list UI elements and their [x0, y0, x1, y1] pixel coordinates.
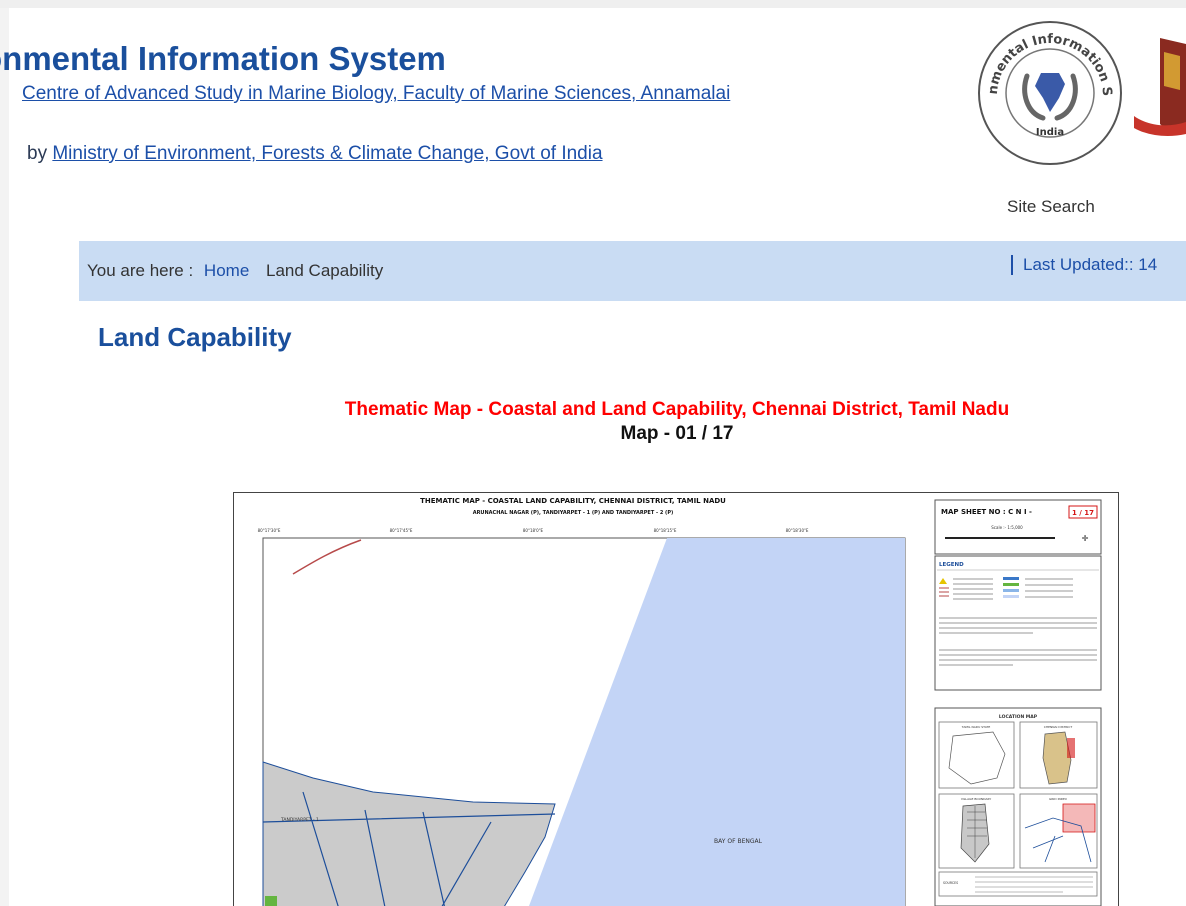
legend-label: LEGEND: [939, 562, 964, 568]
byline-prefix: by: [27, 143, 48, 164]
last-updated: Last Updated:: 14: [1011, 255, 1157, 275]
scale-label: Scale :- 1:5,000: [991, 525, 1023, 530]
breadcrumb-bar: You are here : Home Land Capability Last…: [79, 241, 1186, 301]
university-emblem: [1134, 38, 1186, 136]
tamil-nadu-label: TAMIL NADU STATE: [961, 725, 991, 729]
location-map-label: LOCATION MAP: [999, 714, 1038, 720]
thematic-map-image: THEMATIC MAP - COASTAL LAND CAPABILITY, …: [233, 492, 1119, 906]
sea-label: BAY OF BENGAL: [714, 838, 763, 845]
lon-tick-3: 80°18'0"E: [523, 528, 544, 533]
top-band: [0, 0, 1186, 8]
lon-tick-5: 80°18'30"E: [786, 528, 809, 533]
lon-tick-4: 80°18'15"E: [654, 528, 677, 533]
village-label: TANDIYARPET - 1: [280, 817, 319, 823]
chennai-district-label: CHENNAI DISTRICT: [1044, 725, 1073, 729]
breadcrumb-prefix: You are here :: [87, 261, 194, 280]
breadcrumb-home-link[interactable]: Home: [204, 261, 249, 280]
sheet-label: MAP SHEET NO : C N I -: [941, 508, 1032, 516]
lon-tick-2: 80°17'45"E: [390, 528, 413, 533]
map-title: Thematic Map - Coastal and Land Capabili…: [344, 399, 1010, 420]
lon-tick-1: 80°17'30"E: [258, 528, 281, 533]
sources-label: SOURCES: [943, 881, 958, 885]
green-patch: [265, 896, 277, 906]
page-title: Land Capability: [98, 322, 292, 352]
site-title: onmental Information System: [0, 40, 446, 77]
grid-index-label: GRID INDEX: [1049, 797, 1067, 801]
logo-text-bottom: India: [1036, 127, 1064, 138]
village-boundary-label: VILLAGE BOUNDARY: [961, 797, 992, 801]
north-arrow-icon: ✛: [1082, 534, 1089, 543]
byline: by Ministry of Environment, Forests & Cl…: [27, 143, 603, 165]
breadcrumb-current: Land Capability: [266, 261, 384, 280]
map-sheet-subtitle: ARUNACHAL NAGAR (P), TANDIYARPET - 1 (P)…: [473, 510, 674, 516]
sheet-number: 1 / 17: [1072, 509, 1094, 517]
centre-link[interactable]: Centre of Advanced Study in Marine Biolo…: [22, 83, 730, 105]
ministry-link[interactable]: Ministry of Environment, Forests & Clima…: [52, 143, 602, 164]
site-search-label[interactable]: Site Search: [1007, 197, 1095, 217]
breadcrumb: You are here : Home Land Capability: [87, 261, 383, 281]
left-band: [0, 8, 9, 906]
map-count: Map - 01 / 17: [620, 423, 734, 444]
envis-logo[interactable]: Environmental Information System India: [975, 18, 1125, 168]
map-sheet-title: THEMATIC MAP - COASTAL LAND CAPABILITY, …: [420, 497, 726, 505]
